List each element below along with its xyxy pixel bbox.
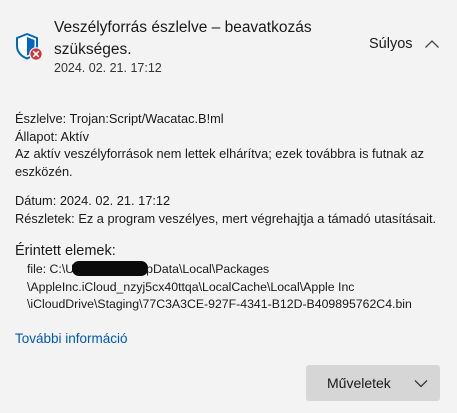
affected-file-path: file: C:\U pData\Local\Packages \AppleInc… — [15, 261, 445, 314]
chevron-down-icon — [414, 380, 428, 388]
severity-label: Súlyos — [369, 36, 413, 52]
details-label: Részletek: — [15, 210, 75, 226]
status-row: Állapot: Aktív — [15, 128, 445, 146]
threat-header[interactable]: Veszélyforrás észlelve – beavatkozás szü… — [0, 0, 457, 90]
redaction-mark — [72, 261, 149, 276]
actions-button-label: Műveletek — [327, 375, 391, 391]
file-path-start: file: C:\U — [27, 262, 75, 276]
actions-button[interactable]: Műveletek — [306, 365, 440, 401]
date-value: 2024. 02. 21. 17:12 — [59, 193, 171, 208]
file-path-line-3: \iCloudDrive\Staging\77C3A3CE-927F-4341-… — [27, 297, 412, 311]
date-label: Dátum: — [15, 193, 57, 208]
date-row: Dátum: 2024. 02. 21. 17:12 — [15, 192, 445, 210]
more-info-link[interactable]: További információ — [15, 331, 128, 346]
status-label: Állapot: — [15, 128, 58, 144]
affected-items-heading: Érintett elemek: — [15, 243, 116, 259]
detected-label: Észlelve: — [15, 111, 67, 126]
threat-title: Veszélyforrás észlelve – beavatkozás szü… — [54, 19, 312, 58]
status-message: Az aktív veszélyforrások nem lettek elhá… — [15, 146, 424, 179]
details-row: Részletek: Ez a program veszélyes, mert … — [15, 210, 445, 228]
shield-warning-icon — [16, 33, 43, 61]
chevron-up-icon[interactable] — [424, 38, 440, 50]
detected-value: Trojan:Script/Wacatac.B!ml — [69, 111, 224, 126]
detected-row: Észlelve: Trojan:Script/Wacatac.B!ml — [15, 110, 445, 128]
details-value: Ez a program veszélyes, mert végrehajtja… — [78, 210, 437, 226]
status-value: Aktív — [60, 128, 89, 144]
threat-details: Észlelve: Trojan:Script/Wacatac.B!ml Áll… — [15, 110, 445, 314]
file-path-line-2: \AppleInc.iCloud_nzyj5cx40ttqa\LocalCach… — [27, 279, 355, 294]
file-path-continued: pData\Local\Packages — [146, 262, 270, 276]
threat-date: 2024. 02. 21. 17:12 — [54, 61, 162, 75]
